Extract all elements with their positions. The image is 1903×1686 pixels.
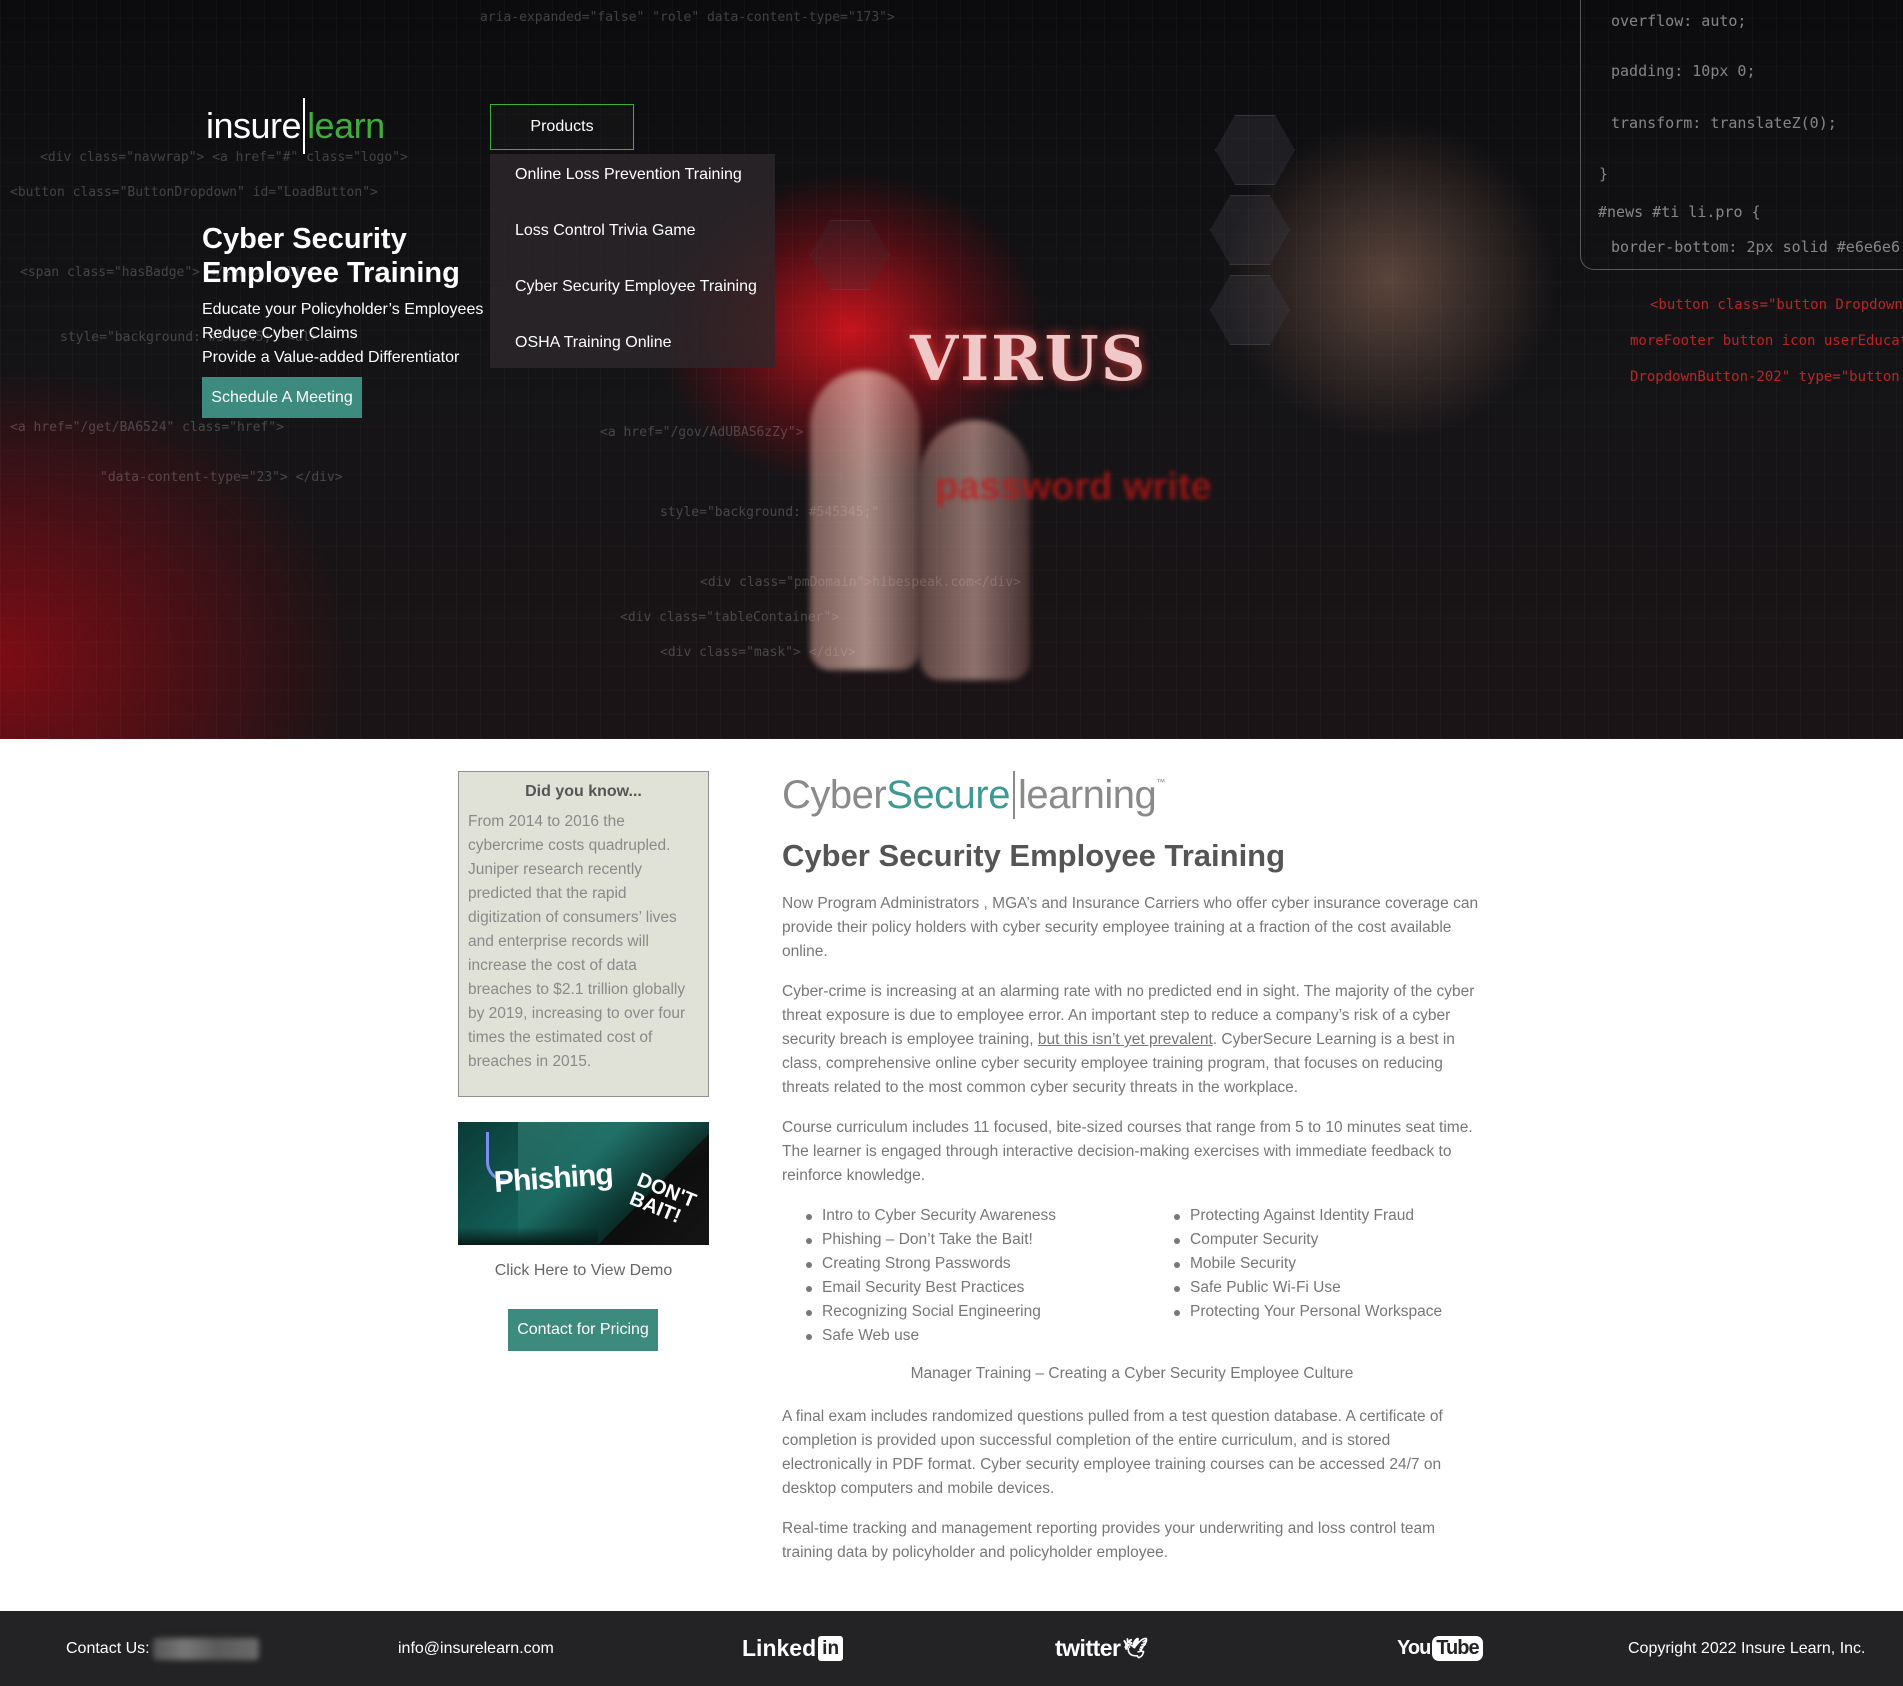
brand-cyber: Cyber	[782, 772, 887, 817]
insurelearn-logo[interactable]: insure learn	[206, 98, 385, 154]
threat-paragraph: Cyber-crime is increasing at an alarming…	[782, 980, 1482, 1100]
hexagon-shape	[1210, 195, 1290, 265]
code-panel-line: padding: 10px 0;	[1611, 62, 1756, 80]
logo-divider	[303, 98, 306, 154]
prevalent-link[interactable]: but this isn’t yet prevalent	[1038, 1031, 1213, 1048]
hero-tagline: Provide a Value-added Differentiator	[202, 349, 460, 366]
list-item: Phishing – Don’t Take the Bait!	[805, 1228, 1056, 1252]
contact-pricing-button[interactable]: Contact for Pricing	[508, 1309, 658, 1351]
list-item: Safe Web use	[805, 1324, 1056, 1348]
hexagon-shape	[810, 220, 890, 290]
hexagon-shape	[1210, 275, 1290, 345]
contact-label: Contact Us:	[66, 1639, 150, 1657]
brand-learning: learning	[1017, 772, 1157, 817]
youtube-tube-badge: Tube	[1432, 1636, 1483, 1661]
youtube-icon[interactable]: You Tube	[1397, 1611, 1483, 1686]
cybersecure-learning-logo: Cyber Secure learning ™	[782, 771, 1165, 819]
code-panel-line: transform: translateZ(0);	[1611, 114, 1837, 132]
course-list-left: Intro to Cyber Security Awareness Phishi…	[805, 1204, 1056, 1348]
curriculum-paragraph: Course curriculum includes 11 focused, b…	[782, 1119, 1473, 1184]
background-code: aria-expanded="false" "role" data-conten…	[480, 10, 895, 25]
code-panel-line: overflow: auto;	[1611, 12, 1747, 30]
twitter-bird-icon: 🕊	[1122, 1638, 1148, 1660]
hero-tagline: Educate your Policyholder’s Employees	[202, 301, 484, 318]
seaweed-decoration	[458, 1227, 598, 1245]
trademark-symbol: ™	[1156, 777, 1165, 787]
logo-text-learn: learn	[307, 105, 385, 146]
manager-training-line: Manager Training – Creating a Cyber Secu…	[910, 1365, 1354, 1382]
products-dropdown: Online Loss Prevention Training Loss Con…	[490, 154, 775, 368]
hero-tagline: Reduce Cyber Claims	[202, 325, 358, 342]
logo-text-insure: insure	[206, 105, 302, 146]
background-code: "data-content-type="23"> </div>	[100, 470, 343, 485]
dropdown-item-trivia-game[interactable]: Loss Control Trivia Game	[515, 222, 696, 240]
dropdown-item-online-loss-prevention[interactable]: Online Loss Prevention Training	[515, 166, 742, 184]
products-menu-button[interactable]: Products	[490, 104, 634, 150]
dropdown-item-cyber-security[interactable]: Cyber Security Employee Training	[515, 278, 757, 296]
virus-text: VIRUS	[910, 322, 1148, 395]
footer-contact: Contact Us:	[66, 1611, 259, 1686]
linkedin-icon[interactable]: Linked in	[742, 1611, 844, 1686]
linkedin-text: Linked	[742, 1635, 817, 1661]
intro-paragraph: Now Program Administrators , MGA’s and I…	[782, 895, 1479, 960]
dropdown-item-osha[interactable]: OSHA Training Online	[515, 334, 672, 352]
hexagon-shape	[1215, 115, 1295, 185]
schedule-meeting-button[interactable]: Schedule A Meeting	[202, 377, 362, 418]
list-item: Mobile Security	[1173, 1252, 1442, 1276]
background-code: <a href="/gov/AdUBAS6zZy">	[600, 425, 804, 440]
code-panel-line: #news #ti li.pro {	[1598, 203, 1761, 221]
hero-title: Cyber Security Employee Training	[202, 223, 460, 289]
code-panel: overflow: auto; padding: 10px 0; transfo…	[1580, 0, 1903, 270]
site-footer: Contact Us: info@insurelearn.com Linked i…	[0, 1611, 1903, 1686]
list-item: Computer Security	[1173, 1228, 1442, 1252]
did-you-know-text: From 2014 to 2016 the cybercrime costs q…	[468, 813, 686, 1070]
youtube-you: You	[1397, 1637, 1431, 1659]
list-item: Intro to Cyber Security Awareness	[805, 1204, 1056, 1228]
list-item: Email Security Best Practices	[805, 1276, 1056, 1300]
course-list-right: Protecting Against Identity Fraud Comput…	[1173, 1204, 1442, 1324]
list-item: Protecting Against Identity Fraud	[1173, 1204, 1442, 1228]
red-code-line: moreFooter button icon userEducation	[1630, 333, 1903, 349]
phishing-demo-thumbnail[interactable]: Phishing DON'T BAIT!	[458, 1122, 709, 1245]
red-code-line: <button class="button DropdownB	[1650, 297, 1903, 313]
copyright-text: Copyright 2022 Insure Learn, Inc.	[1628, 1639, 1866, 1657]
code-panel-line: border-bottom: 2px solid #e6e6e6;	[1611, 238, 1903, 256]
hero-taglines: Educate your Policyholder’s Employees Re…	[202, 298, 483, 370]
brand-divider	[1012, 771, 1015, 819]
finger-image	[920, 420, 1030, 680]
redacted-phone-number	[152, 1637, 259, 1660]
background-code: <button class="ButtonDropdown" id="LoadB…	[10, 185, 378, 200]
red-code-line: DropdownButton-202" type="button	[1630, 369, 1900, 385]
background-code: <div class="tableContainer">	[620, 610, 840, 625]
code-panel-line: }	[1599, 165, 1609, 183]
did-you-know-title: Did you know...	[525, 783, 642, 800]
list-item: Creating Strong Passwords	[805, 1252, 1056, 1276]
list-item: Protecting Your Personal Workspace	[1173, 1300, 1442, 1324]
page-title: Cyber Security Employee Training	[782, 838, 1286, 873]
twitter-text: twitter	[1055, 1635, 1121, 1661]
finger-image	[810, 370, 920, 670]
tracking-paragraph: Real-time tracking and management report…	[782, 1520, 1436, 1561]
footer-email-link[interactable]: info@insurelearn.com	[398, 1611, 554, 1686]
view-demo-link[interactable]: Click Here to View Demo	[458, 1262, 709, 1280]
did-you-know-box: Did you know... From 2014 to 2016 the cy…	[458, 771, 709, 1097]
brand-secure: Secure	[886, 772, 1010, 817]
twitter-icon[interactable]: twitter 🕊	[1055, 1611, 1148, 1686]
exam-paragraph: A final exam includes randomized questio…	[782, 1408, 1443, 1497]
list-item: Recognizing Social Engineering	[805, 1300, 1056, 1324]
linkedin-in-badge: in	[818, 1636, 844, 1661]
background-code: <a href="/get/BA6524" class="href">	[10, 420, 284, 435]
list-item: Safe Public Wi-Fi Use	[1173, 1276, 1442, 1300]
password-text: password write	[935, 466, 1212, 508]
